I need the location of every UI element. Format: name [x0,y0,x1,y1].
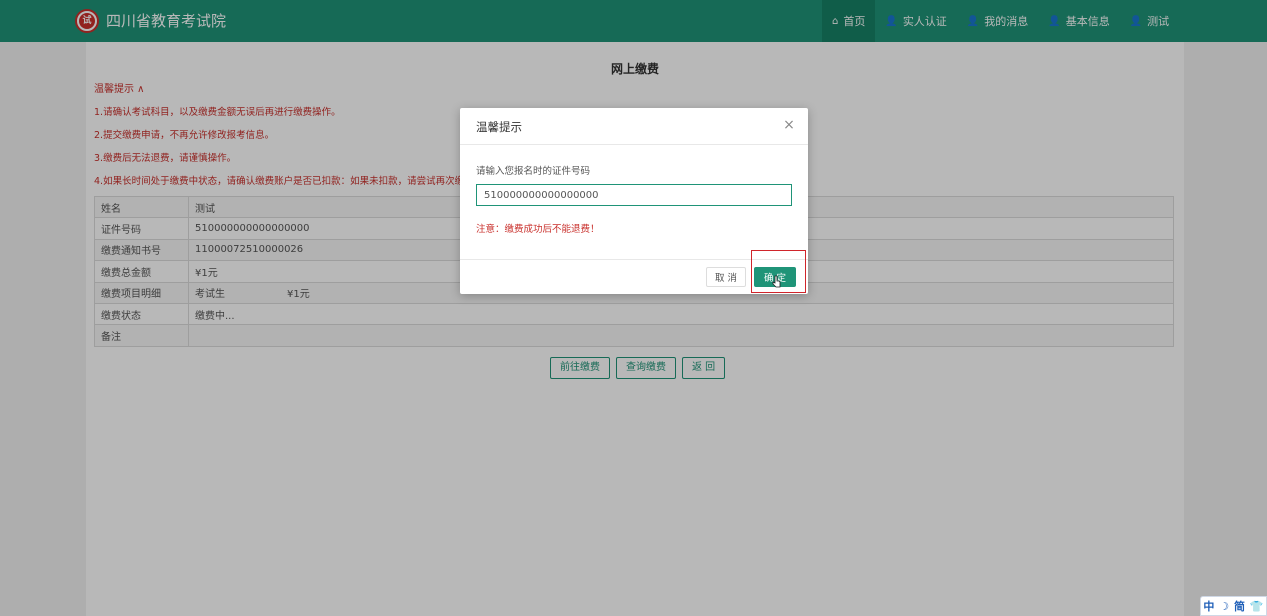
moon-icon[interactable]: ☽ [1219,600,1229,613]
chinese-mode-toggle[interactable]: 中 [1203,598,1214,614]
modal-overlay [0,0,1267,616]
dialog-title: 温馨提示 [476,120,522,134]
dialog-header: 温馨提示 × [460,108,808,145]
refund-warning: 注意：缴费成功后不能退费！ [476,224,600,235]
simplified-toggle[interactable]: 简 [1234,598,1245,614]
close-icon[interactable]: × [782,118,796,132]
skin-icon[interactable]: 👕 [1250,600,1264,613]
mouse-cursor-icon [772,275,781,288]
input-method-toolbar: 中 ☽ 简 👕 [1200,596,1267,616]
id-number-input[interactable] [476,184,792,206]
cancel-button[interactable]: 取 消 [706,267,746,287]
id-number-label: 请输入您报名时的证件号码 [476,166,591,177]
